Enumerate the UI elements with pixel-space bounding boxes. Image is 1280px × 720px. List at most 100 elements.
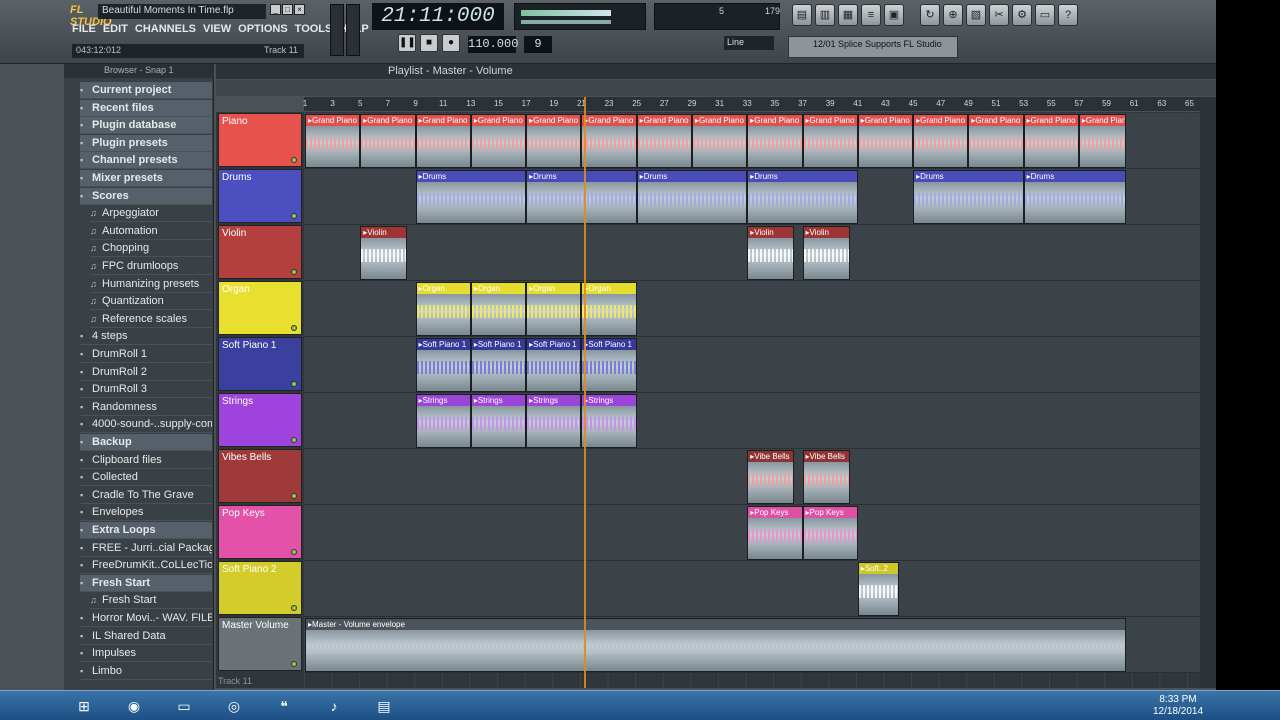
track-mute-led[interactable] — [291, 157, 297, 163]
playlist-clip[interactable]: ▸Grand Piano — [581, 114, 637, 168]
playlist-clip[interactable]: ▸Grand Piano — [913, 114, 969, 168]
browser-item[interactable]: ▪ Channel presets — [80, 152, 212, 170]
track-header[interactable]: Vibes Bells — [218, 449, 302, 503]
pattern-selector[interactable]: 9 — [524, 36, 552, 53]
playlist-clip[interactable]: ▸Grand Piano — [968, 114, 1024, 168]
browser-item[interactable]: ▪ IL Shared Data — [80, 628, 212, 645]
browser-item[interactable]: ♫ Quantization — [90, 293, 212, 311]
track-mute-led[interactable] — [291, 605, 297, 611]
browser-item[interactable]: ♫ Reference scales — [90, 311, 212, 328]
browser-item[interactable]: ▪ Plugin database — [80, 117, 212, 135]
playlist-clip[interactable]: ▸Soft Piano 1 — [526, 338, 582, 392]
browser-item[interactable]: ▪ 4 steps — [80, 328, 212, 346]
playlist-clip[interactable]: ▸Drums — [415, 170, 527, 224]
playlist-clip[interactable]: ▸Strings — [470, 394, 527, 448]
track-header[interactable]: Soft Piano 2 — [218, 561, 302, 615]
song-time-display[interactable]: 21:11:000 — [372, 3, 504, 30]
browser-icon[interactable]: ▣ — [884, 4, 904, 26]
help-icon[interactable]: ? — [1058, 4, 1078, 26]
playlist-clip[interactable]: ▸Grand Piano — [415, 114, 471, 168]
track-mute-led[interactable] — [291, 661, 297, 667]
playlist-clip[interactable]: ▸Vibe Bells — [802, 450, 850, 504]
browser-item[interactable]: ▪ Collected — [80, 469, 212, 487]
hangouts-icon[interactable]: ❝ — [264, 693, 304, 719]
track-mute-led[interactable] — [291, 493, 297, 499]
minimize-button[interactable]: _ — [270, 4, 281, 15]
browser-item[interactable]: ▪ Recent files — [80, 99, 212, 117]
playlist-clip[interactable]: ▸Soft Piano 1 — [581, 338, 637, 392]
menu-edit[interactable]: EDIT — [103, 23, 128, 39]
firefox-icon[interactable]: ◎ — [214, 693, 254, 719]
browser-item[interactable]: ▪ DrumRoll 3 — [80, 381, 212, 399]
playlist-clip[interactable]: ▸Strings — [415, 394, 471, 448]
piano-roll-icon[interactable]: ▥ — [815, 4, 835, 26]
mixer-icon[interactable]: ≡ — [861, 4, 881, 26]
browser-item[interactable]: ▪ Fresh Start — [80, 574, 212, 592]
playlist-clip[interactable]: ▸Organ — [526, 282, 582, 336]
playlist-clip[interactable]: ▸Grand Piano — [1023, 114, 1079, 168]
tools-icon[interactable]: ✂ — [989, 4, 1009, 26]
playlist-clip[interactable]: ▸Soft Piano 1 — [415, 338, 471, 392]
track-mute-led[interactable] — [291, 381, 297, 387]
menu-file[interactable]: FILE — [72, 23, 96, 39]
track-mute-led[interactable] — [291, 549, 297, 555]
playlist-clip[interactable]: ▸Grand Piano — [636, 114, 692, 168]
master-pitch-slider[interactable] — [346, 4, 360, 56]
track-header[interactable]: Drums — [218, 169, 302, 223]
playlist-clip[interactable]: ▸Grand Piano — [360, 114, 416, 168]
maximize-button[interactable]: □ — [282, 4, 293, 15]
menu-options[interactable]: OPTIONS — [238, 23, 288, 39]
playlist-clip[interactable]: ▸Organ — [415, 282, 471, 336]
browser-item[interactable]: ▪ DrumRoll 1 — [80, 346, 212, 363]
explorer-icon[interactable]: ▭ — [164, 693, 204, 719]
browser-item[interactable]: ▪ Backup — [80, 434, 212, 451]
playlist-vscroll[interactable] — [1200, 97, 1216, 688]
browser-item[interactable]: ▪ Impulses — [80, 645, 212, 663]
playlist-clip[interactable]: ▸Grand Piano — [526, 114, 582, 168]
close-button[interactable]: × — [294, 4, 305, 15]
menu-channels[interactable]: CHANNELS — [135, 23, 196, 39]
browser-item[interactable]: ▪ Cradle To The Grave — [80, 487, 212, 504]
playlist-clip[interactable]: ▸Grand Piano — [691, 114, 748, 168]
playlist-icon[interactable]: ▤ — [792, 4, 812, 26]
fl-studio-taskbar-icon[interactable]: ♪ — [314, 693, 354, 719]
track-header[interactable]: Organ — [218, 281, 302, 335]
track-header[interactable]: Strings — [218, 393, 302, 447]
browser-item[interactable]: ▪ Randomness — [80, 399, 212, 416]
playlist-clip[interactable]: ▸Soft Piano 1 — [470, 338, 527, 392]
playlist-clip[interactable]: ▸Grand Piano — [1078, 114, 1126, 168]
playhead[interactable] — [584, 97, 587, 688]
snap-selector[interactable]: Line — [724, 36, 774, 50]
online-icon[interactable]: ↻ — [920, 4, 940, 26]
browser-item[interactable]: ▪ Extra Loops — [80, 522, 212, 539]
playlist-clip[interactable]: ▸Strings — [526, 394, 582, 448]
record-button[interactable]: ● — [442, 34, 460, 52]
playlist-clip[interactable]: ▸Violin — [747, 226, 795, 280]
track-header[interactable]: Pop Keys — [218, 505, 302, 559]
track-mute-led[interactable] — [291, 437, 297, 443]
master-volume-slider[interactable] — [330, 4, 344, 56]
track-mute-led[interactable] — [291, 325, 297, 331]
browser-item[interactable]: ▪ Scores — [80, 187, 212, 205]
file-manager-icon[interactable]: ▤ — [364, 693, 404, 719]
browser-item[interactable]: ♫ FPC drumloops — [90, 258, 212, 275]
browser-item[interactable]: ▪ Clipboard files — [80, 452, 212, 469]
playlist-clip[interactable]: ▸Organ — [470, 282, 527, 336]
play-button[interactable]: ❚❚ — [398, 34, 416, 52]
browser-item[interactable]: ▪ Envelopes — [80, 504, 212, 522]
menu-view[interactable]: VIEW — [203, 23, 231, 39]
stop-button[interactable]: ■ — [420, 34, 438, 52]
playlist-clip[interactable]: ▸Drums — [913, 170, 1024, 224]
playlist-clip[interactable]: ▸Grand Piano — [747, 114, 803, 168]
track-mute-led[interactable] — [291, 269, 297, 275]
playlist-clip[interactable]: ▸Grand Piano — [857, 114, 914, 168]
browser-item[interactable]: ▪ Horror Movi..- WAV. FILES — [80, 610, 212, 627]
browser-item[interactable]: ♫ Arpeggiator — [90, 205, 212, 223]
tempo-display[interactable]: 110.000 — [468, 36, 518, 53]
browser-item[interactable]: ♫ Chopping — [90, 240, 212, 258]
track-header[interactable]: Violin — [218, 225, 302, 279]
start-orb-icon[interactable]: ⊞ — [64, 693, 104, 719]
track-header[interactable]: Piano — [218, 113, 302, 167]
playlist-clip[interactable]: ▸Pop Keys — [802, 506, 858, 560]
playlist-clip[interactable]: ▸Master - Volume envelope — [305, 618, 1126, 672]
